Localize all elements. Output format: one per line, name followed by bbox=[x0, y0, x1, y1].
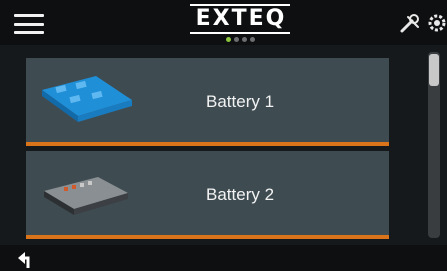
bottom-bar bbox=[0, 245, 447, 271]
page-indicator bbox=[226, 37, 255, 42]
list-item-underline bbox=[26, 235, 389, 239]
page-dot-3 bbox=[242, 37, 247, 42]
battery-module-dark-icon bbox=[44, 177, 128, 215]
page-dot-4 bbox=[250, 37, 255, 42]
scrollbar-thumb[interactable] bbox=[429, 54, 439, 86]
page-dot-2 bbox=[234, 37, 239, 42]
page-dot-1 bbox=[226, 37, 231, 42]
list-item-label: Battery 2 bbox=[206, 185, 275, 204]
menu-icon[interactable] bbox=[14, 14, 44, 34]
logo-bottom-line bbox=[190, 32, 290, 34]
settings-icon[interactable] bbox=[426, 12, 447, 34]
battery-module-blue-icon bbox=[42, 76, 132, 122]
list-item-battery-1[interactable]: Battery 1 bbox=[26, 58, 389, 146]
list-item-underline bbox=[26, 142, 389, 146]
tools-icon[interactable] bbox=[399, 12, 421, 34]
back-icon[interactable] bbox=[16, 248, 38, 270]
top-bar: EXTEQ bbox=[0, 0, 447, 45]
list-item-label: Battery 1 bbox=[206, 92, 275, 111]
scrollbar[interactable] bbox=[428, 52, 440, 238]
exteq-logo: EXTEQ bbox=[195, 6, 287, 31]
battery-list: Battery 1 Battery 2 bbox=[0, 45, 447, 245]
list-item-battery-2[interactable]: Battery 2 bbox=[26, 151, 389, 239]
